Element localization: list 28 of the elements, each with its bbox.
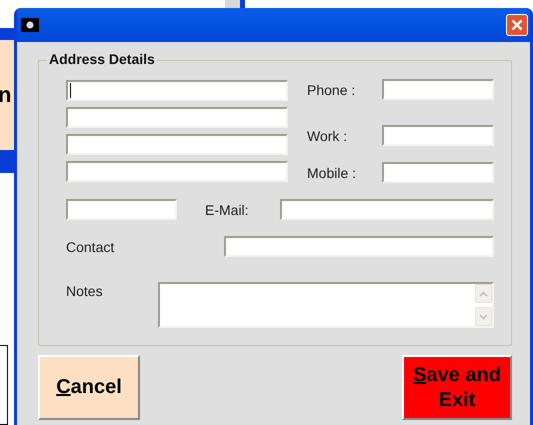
address-field[interactable] [66, 107, 288, 128]
postcode-field[interactable] [66, 199, 177, 220]
field-label: Mobile : [307, 166, 356, 180]
work-field[interactable] [382, 125, 494, 146]
field-label: Phone : [307, 82, 356, 96]
address-field[interactable] [66, 134, 288, 155]
field-label: Notes [66, 284, 104, 298]
chevron-up-icon [479, 290, 488, 296]
field-label: Work : [307, 128, 348, 142]
cancel-button[interactable]: Cancel [38, 355, 140, 420]
email-field[interactable] [280, 199, 494, 220]
field-label: Contact [66, 240, 116, 254]
chevron-down-icon [479, 314, 488, 320]
phone-field[interactable] [382, 79, 494, 100]
field-label: E-Mail: [205, 202, 250, 216]
group-title: Address Details [47, 52, 157, 66]
address-field[interactable] [66, 80, 288, 101]
scroll-down-button[interactable] [475, 307, 492, 326]
mobile-field[interactable] [382, 162, 494, 183]
window-icon [21, 18, 39, 32]
close-icon [511, 19, 523, 31]
contact-field[interactable] [224, 236, 494, 257]
notes-field[interactable] [158, 282, 494, 328]
background-window-edge [225, 0, 245, 8]
address-field[interactable] [66, 161, 288, 182]
scroll-up-button[interactable] [475, 284, 492, 303]
save-button[interactable]: Save and Exit [402, 355, 512, 420]
close-button[interactable] [506, 14, 528, 36]
